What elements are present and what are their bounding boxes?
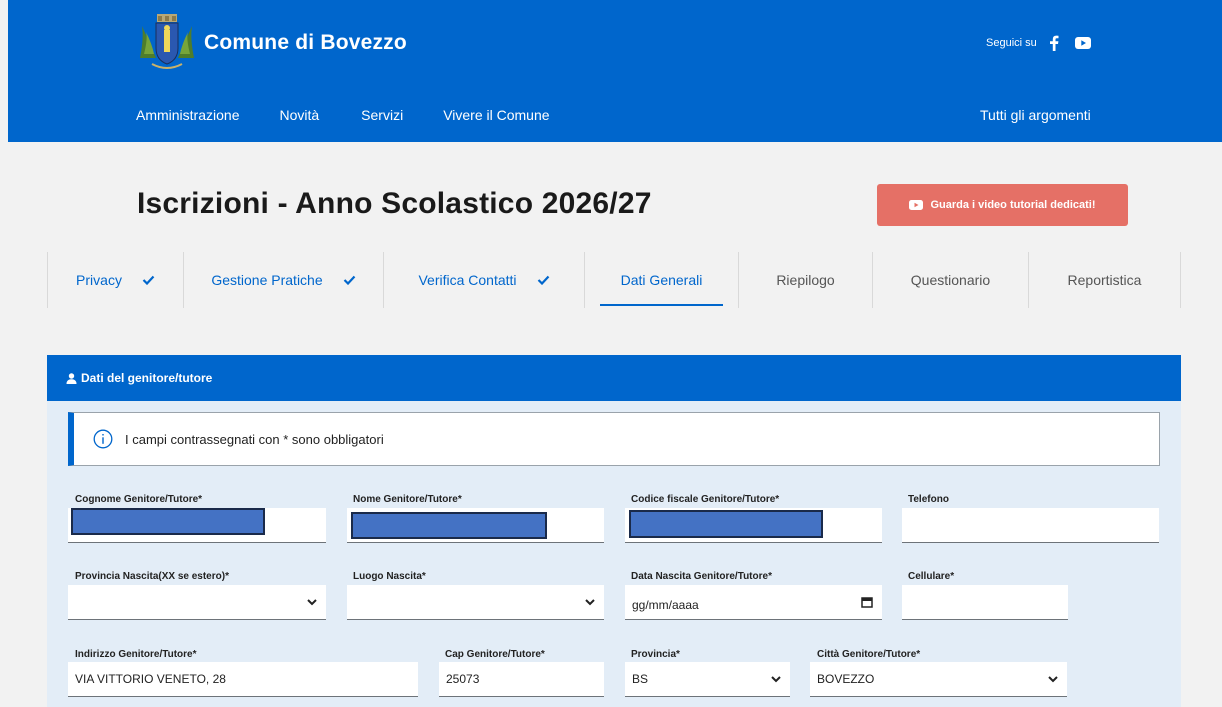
indirizzo-label: Indirizzo Genitore/Tutore* [75,649,197,660]
tab-label: Questionario [910,272,991,288]
data-nascita-field[interactable]: gg/mm/aaaa [625,585,882,620]
tab-label: Privacy [76,272,122,288]
notice-text: I campi contrassegnati con * sono obblig… [125,431,384,447]
cellulare-label: Cellulare* [908,571,955,582]
nav-tutti-gli-argomenti[interactable]: Tutti gli argomenti [980,107,1091,123]
luogo-nascita-select[interactable] [347,585,604,620]
luogo-nascita-label: Luogo Nascita* [353,571,426,582]
nome-label: Nome Genitore/Tutore* [353,494,462,505]
facebook-icon[interactable] [1049,35,1059,51]
municipality-crest-icon [138,14,196,72]
user-icon [66,372,77,384]
chevron-down-icon [1048,675,1058,683]
provincia-nascita-label: Provincia Nascita(XX se estero)* [75,571,229,582]
checkmark-icon [142,275,155,285]
provincia-label: Provincia* [631,649,680,660]
tab-label: Riepilogo [776,272,835,288]
citta-select[interactable]: BOVEZZO [810,662,1067,697]
calendar-icon[interactable] [861,596,873,608]
step-tabs: Privacy Gestione Pratiche Verifica Conta… [47,252,1181,308]
nav-novita[interactable]: Novità [279,107,319,123]
video-tutorial-label: Guarda i video tutorial dedicati! [930,199,1096,211]
info-icon [93,429,113,449]
main-nav: Amministrazione Novità Servizi Vivere il… [136,107,590,123]
social-links: Seguici su [986,35,1091,51]
tab-riepilogo[interactable]: Riepilogo [738,252,872,308]
tab-label: Reportistica [1067,272,1142,288]
tab-label: Verifica Contatti [418,272,517,288]
provincia-nascita-select[interactable] [68,585,326,620]
telefono-field[interactable] [902,508,1159,543]
youtube-icon[interactable] [1074,37,1091,49]
tab-dati-generali[interactable]: Dati Generali [584,252,738,308]
tab-questionario[interactable]: Questionario [872,252,1028,308]
site-brand[interactable]: Comune di Bovezzo [138,14,407,72]
tab-verifica-contatti[interactable]: Verifica Contatti [383,252,584,308]
redaction-box [351,512,547,539]
cognome-label: Cognome Genitore/Tutore* [75,494,203,505]
site-header: Comune di Bovezzo Seguici su Amministraz… [8,0,1222,142]
redaction-box [71,508,265,535]
checkmark-icon [343,275,356,285]
youtube-icon [909,200,924,210]
data-nascita-label: Data Nascita Genitore/Tutore* [631,571,772,582]
chevron-down-icon [307,598,317,606]
tab-privacy[interactable]: Privacy [47,252,183,308]
indirizzo-field[interactable]: VIA VITTORIO VENETO, 28 [68,662,418,697]
panel-header: Dati del genitore/tutore [47,355,1181,401]
cap-label: Cap Genitore/Tutore* [445,649,545,660]
provincia-select[interactable]: BS [625,662,790,697]
tab-label: Dati Generali [620,272,703,288]
redaction-box [629,510,823,538]
video-tutorial-button[interactable]: Guarda i video tutorial dedicati! [877,184,1128,226]
nav-servizi[interactable]: Servizi [361,107,403,123]
citta-label: Città Genitore/Tutore* [817,649,921,660]
panel-title: Dati del genitore/tutore [81,371,213,385]
chevron-down-icon [771,675,781,683]
parent-data-panel: Dati del genitore/tutore I campi contras… [47,355,1181,707]
tab-reportistica[interactable]: Reportistica [1028,252,1181,308]
tab-label: Gestione Pratiche [211,272,323,288]
nav-amministrazione[interactable]: Amministrazione [136,107,239,123]
site-name: Comune di Bovezzo [204,31,407,54]
page-title: Iscrizioni - Anno Scolastico 2026/27 [137,187,652,220]
checkmark-icon [537,275,550,285]
required-fields-notice: I campi contrassegnati con * sono obblig… [68,412,1160,466]
chevron-down-icon [585,598,595,606]
codice-fiscale-label: Codice fiscale Genitore/Tutore* [631,494,780,505]
tab-gestione-pratiche[interactable]: Gestione Pratiche [183,252,383,308]
follow-label: Seguici su [986,37,1037,49]
nav-vivere-il-comune[interactable]: Vivere il Comune [443,107,549,123]
telefono-label: Telefono [908,494,949,505]
cellulare-field[interactable] [902,585,1068,620]
cap-field[interactable]: 25073 [439,662,604,697]
